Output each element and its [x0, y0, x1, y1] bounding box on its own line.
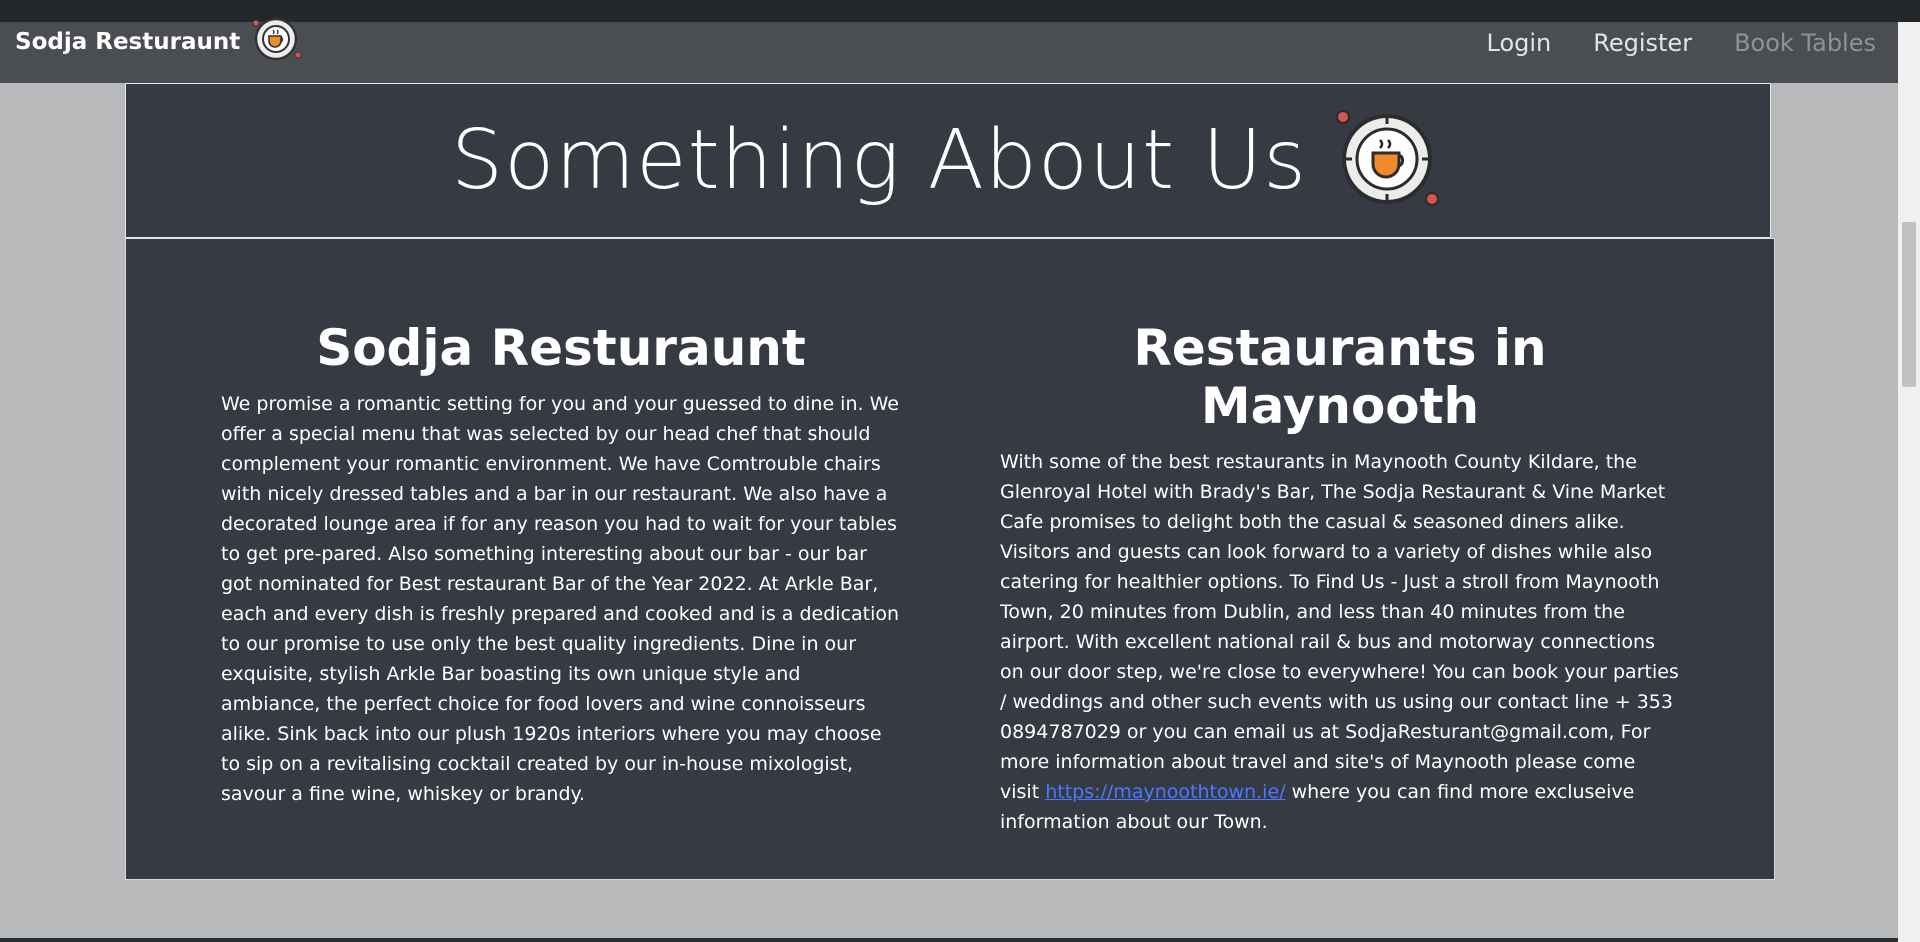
navbar: Sodja Resturaunt Login Register Book Tab…	[0, 17, 1898, 83]
about-header: Something About Us	[125, 83, 1771, 238]
nav-links: Login Register Book Tables	[1487, 22, 1877, 64]
brand-name: Sodja Resturaunt	[15, 29, 241, 55]
page-scrollbar[interactable]	[1898, 22, 1920, 942]
coffee-plate-icon	[252, 17, 304, 67]
maynooth-text-start: With some of the best restaurants in May…	[1000, 451, 1679, 803]
scrollbar-thumb[interactable]	[1902, 222, 1916, 387]
nav-register-link[interactable]: Register	[1593, 29, 1692, 57]
maynooth-heading: Restaurants in Maynooth	[1133, 319, 1547, 435]
nav-login-link[interactable]: Login	[1487, 29, 1552, 57]
restaurant-heading: Sodja Resturaunt	[316, 319, 806, 377]
restaurant-description: We promise a romantic setting for you an…	[221, 393, 900, 805]
maynooth-town-link[interactable]: https://maynoothtown.ie/	[1045, 781, 1285, 803]
maynooth-section: Restaurants in Maynooth With some of the…	[1000, 319, 1680, 837]
coffee-plate-icon	[1335, 107, 1445, 215]
restaurant-section: Sodja Resturaunt We promise a romantic s…	[221, 319, 901, 809]
about-content: Sodja Resturaunt We promise a romantic s…	[125, 238, 1775, 880]
maynooth-description: With some of the best restaurants in May…	[1000, 447, 1680, 837]
brand[interactable]: Sodja Resturaunt	[15, 17, 304, 62]
page-title: Something About Us	[451, 113, 1307, 208]
bottom-edge	[0, 938, 1898, 942]
nav-book-tables-link[interactable]: Book Tables	[1734, 29, 1876, 57]
